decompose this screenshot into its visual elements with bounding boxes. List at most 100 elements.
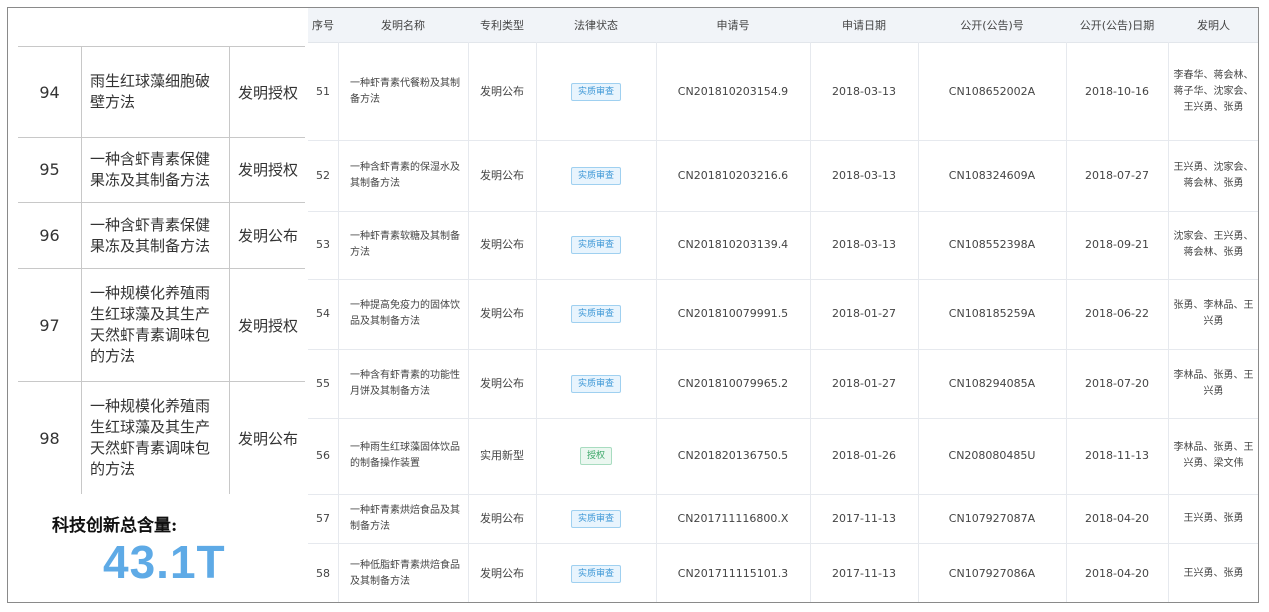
cell-app-date: 2017-11-13 [832, 511, 896, 525]
cell-pub-date: 2018-09-21 [1085, 238, 1149, 251]
table-row: 53 一种虾青素软糖及其制备方法 发明公布 实质审查 CN201810203139.4 2… [308, 211, 1258, 280]
patent-name: 一种含虾青素保健果冻及其制备方法 [82, 203, 230, 268]
cell-status: 实质审查 [536, 349, 656, 418]
summary-value: 43.1T [103, 536, 226, 588]
cell-seq: 53 [316, 238, 330, 251]
cell-pub-date: 2018-04-20 [1085, 566, 1149, 580]
patent-name: 一种含虾青素保健果冻及其制备方法 [82, 137, 230, 202]
cell-name: 一种虾青素软糖及其制备方法 [350, 231, 460, 258]
cell-status: 实质审查 [536, 140, 656, 211]
cell-type: 实用新型 [480, 449, 524, 462]
header-app-date: 申请日期 [842, 19, 886, 32]
cell-pub-no: CN108185259A [948, 307, 1036, 320]
patent-type: 发明授权 [237, 161, 298, 179]
row-number: 95 [18, 137, 82, 202]
cell-status: 实质审查 [536, 279, 656, 349]
cell-type: 发明公布 [480, 566, 524, 580]
header-app-no: 申请号 [716, 19, 750, 32]
patent-name: 雨生红球藻细胞破壁方法 [82, 47, 230, 137]
cell-pub-no: CN107927086A [948, 566, 1036, 580]
cell-pub-no: CN108324609A [948, 168, 1036, 182]
table-row: 57 一种虾青素烘焙食品及其制备方法 发明公布 实质审查 CN201711116800.… [308, 494, 1258, 544]
cell-pub-no: CN108552398A [948, 238, 1036, 251]
cell-app-date: 2018-01-26 [832, 449, 896, 462]
status-badge: 实质审查 [570, 82, 621, 101]
cell-type: 发明公布 [480, 238, 524, 251]
header-name: 发明名称 [381, 19, 425, 32]
patent-type: 发明公布 [237, 429, 298, 448]
cell-app-no: CN201810079965.2 [677, 376, 789, 390]
table-row: 56 一种雨生红球藻固体饮品的制备操作装置 实用新型 授权 CN201820136750… [308, 418, 1258, 495]
cell-pub-date: 2018-11-13 [1085, 449, 1149, 462]
cell-pub-date: 2018-04-20 [1085, 511, 1149, 525]
cell-seq: 57 [316, 511, 330, 525]
cell-seq: 51 [316, 84, 330, 98]
cell-name: 一种含有虾青素的功能性月饼及其制备方法 [350, 369, 460, 397]
table-row: 97 一种规模化养殖雨生红球藻及其生产天然虾青素调味包的方法 发明授权 [18, 269, 305, 382]
header-pub-no: 公开(公告)号 [960, 19, 1024, 32]
cell-pub-no: CN108652002A [948, 84, 1036, 98]
table-row: 52 一种含虾青素的保湿水及其制备方法 发明公布 实质审查 CN201810203216… [308, 140, 1258, 212]
table-row: 51 一种虾青素代餐粉及其制备方法 发明公布 实质审查 CN201810203154.9… [308, 43, 1258, 141]
table-row: 95 一种含虾青素保健果冻及其制备方法 发明授权 [18, 137, 305, 203]
cell-name: 一种虾青素代餐粉及其制备方法 [350, 77, 460, 105]
cell-status: 实质审查 [536, 543, 656, 602]
cell-inventors: 李林品、张勇、王兴勇、梁文伟 [1173, 442, 1254, 469]
cell-inventors: 沈家会、王兴勇、蒋会林、张勇 [1173, 231, 1254, 258]
patent-type: 发明授权 [237, 83, 298, 102]
table-row: 94 雨生红球藻细胞破壁方法 发明授权 [18, 46, 305, 138]
cell-app-no: CN201810203139.4 [677, 238, 789, 251]
patent-table: 序号 发明名称 专利类型 法律状态 申请号 申请日期 公开(公告)号 公开(公告… [308, 8, 1258, 602]
cell-status: 实质审查 [536, 43, 656, 140]
cell-name: 一种虾青素烘焙食品及其制备方法 [350, 504, 460, 532]
table-row: 58 一种低脂虾青素烘焙食品及其制备方法 发明公布 实质审查 CN20171111510… [308, 543, 1258, 602]
cell-name: 一种提高免疫力的固体饮品及其制备方法 [350, 300, 460, 327]
cell-seq: 55 [316, 376, 330, 390]
status-badge: 实质审查 [570, 236, 621, 254]
document-frame: 94 雨生红球藻细胞破壁方法 发明授权 95 一种含虾青素保健果冻及其制备方法 … [7, 7, 1259, 603]
cell-seq: 52 [316, 168, 330, 182]
cell-inventors: 王兴勇、张勇 [1183, 512, 1244, 524]
cell-inventors: 李林品、张勇、王兴勇 [1173, 369, 1254, 397]
table-row: 54 一种提高免疫力的固体饮品及其制备方法 发明公布 实质审查 CN2018100799… [308, 279, 1258, 350]
cell-name: 一种含虾青素的保湿水及其制备方法 [350, 161, 460, 189]
patent-type: 发明公布 [237, 227, 298, 245]
patent-type: 发明授权 [237, 316, 298, 335]
cell-app-date: 2017-11-13 [832, 566, 896, 580]
status-badge: 实质审查 [570, 305, 621, 323]
cell-pub-date: 2018-07-20 [1085, 376, 1149, 390]
cell-inventors: 张勇、李林品、王兴勇 [1173, 300, 1254, 327]
cell-pub-date: 2018-07-27 [1085, 168, 1149, 182]
cell-pub-no: CN107927087A [948, 511, 1036, 525]
cell-pub-no: CN108294085A [948, 376, 1036, 390]
table-row: 55 一种含有虾青素的功能性月饼及其制备方法 发明公布 实质审查 CN201810079… [308, 349, 1258, 419]
row-number: 96 [18, 203, 82, 268]
status-badge: 授权 [579, 447, 612, 465]
row-number: 97 [18, 269, 82, 381]
cell-name: 一种低脂虾青素烘焙食品及其制备方法 [350, 559, 460, 587]
status-badge: 实质审查 [570, 374, 621, 393]
cell-status: 授权 [536, 418, 656, 494]
patent-name: 一种规模化养殖雨生红球藻及其生产天然虾青素调味包的方法 [82, 269, 230, 381]
cell-type: 发明公布 [480, 84, 524, 98]
cell-pub-date: 2018-10-16 [1085, 84, 1149, 98]
cell-app-date: 2018-03-13 [832, 238, 896, 251]
cell-seq: 56 [316, 449, 330, 462]
cell-app-date: 2018-01-27 [832, 376, 896, 390]
header-pub-date: 公开(公告)日期 [1079, 19, 1155, 32]
cell-pub-date: 2018-06-22 [1085, 307, 1149, 320]
cell-app-no: CN201711116800.X [677, 511, 789, 525]
header-status: 法律状态 [574, 19, 618, 32]
cell-inventors: 王兴勇、沈家会、蒋会林、张勇 [1173, 161, 1254, 189]
left-patent-table: 94 雨生红球藻细胞破壁方法 发明授权 95 一种含虾青素保健果冻及其制备方法 … [8, 8, 308, 602]
summary-label: 科技创新总含量: [52, 516, 178, 536]
cell-app-no: CN201711115101.3 [677, 566, 789, 580]
cell-app-no: CN201820136750.5 [677, 449, 789, 462]
cell-type: 发明公布 [480, 307, 524, 320]
cell-type: 发明公布 [480, 511, 524, 525]
cell-seq: 58 [316, 566, 330, 580]
cell-type: 发明公布 [480, 168, 524, 182]
cell-app-no: CN201810203216.6 [677, 168, 789, 182]
cell-app-date: 2018-01-27 [832, 307, 896, 320]
row-number: 94 [18, 47, 82, 137]
